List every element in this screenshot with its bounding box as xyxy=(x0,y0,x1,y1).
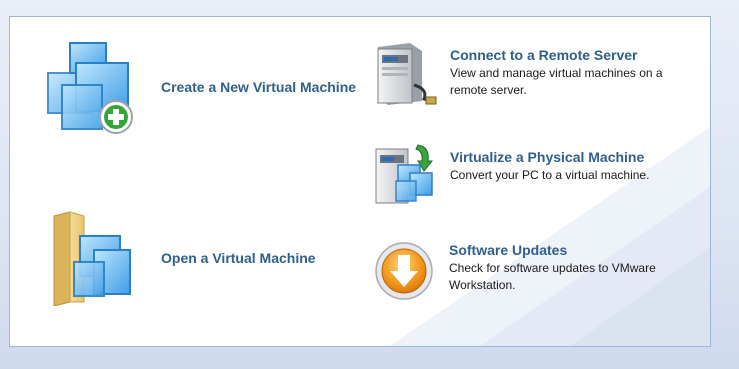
new-vm-icon xyxy=(42,39,136,135)
open-vm-tile[interactable]: Open a Virtual Machine xyxy=(50,210,316,307)
connect-remote-server-tile[interactable]: Connect to a Remote Server View and mana… xyxy=(372,41,680,107)
virtualize-physical-machine-title[interactable]: Virtualize a Physical Machine xyxy=(450,148,680,166)
virtualize-physical-machine-tile[interactable]: Virtualize a Physical Machine Convert yo… xyxy=(372,141,680,207)
software-updates-tile[interactable]: Software Updates Check for software upda… xyxy=(374,241,679,303)
remote-server-icon xyxy=(372,41,438,107)
software-updates-description: Check for software updates to VMware Wor… xyxy=(449,261,656,292)
open-vm-label[interactable]: Open a Virtual Machine xyxy=(161,249,316,267)
connect-remote-server-description: View and manage virtual machines on a re… xyxy=(450,66,663,97)
create-new-vm-tile[interactable]: Create a New Virtual Machine xyxy=(42,39,356,135)
open-vm-folder-icon xyxy=(50,210,134,307)
virtualize-pc-icon xyxy=(372,141,438,207)
software-updates-title[interactable]: Software Updates xyxy=(449,241,679,259)
connect-remote-server-title[interactable]: Connect to a Remote Server xyxy=(450,46,680,64)
virtualize-physical-machine-description: Convert your PC to a virtual machine. xyxy=(450,168,650,182)
create-new-vm-label[interactable]: Create a New Virtual Machine xyxy=(161,78,356,96)
home-panel: Create a New Virtual Machine Open a Virt… xyxy=(9,16,711,347)
software-update-icon xyxy=(374,241,436,303)
